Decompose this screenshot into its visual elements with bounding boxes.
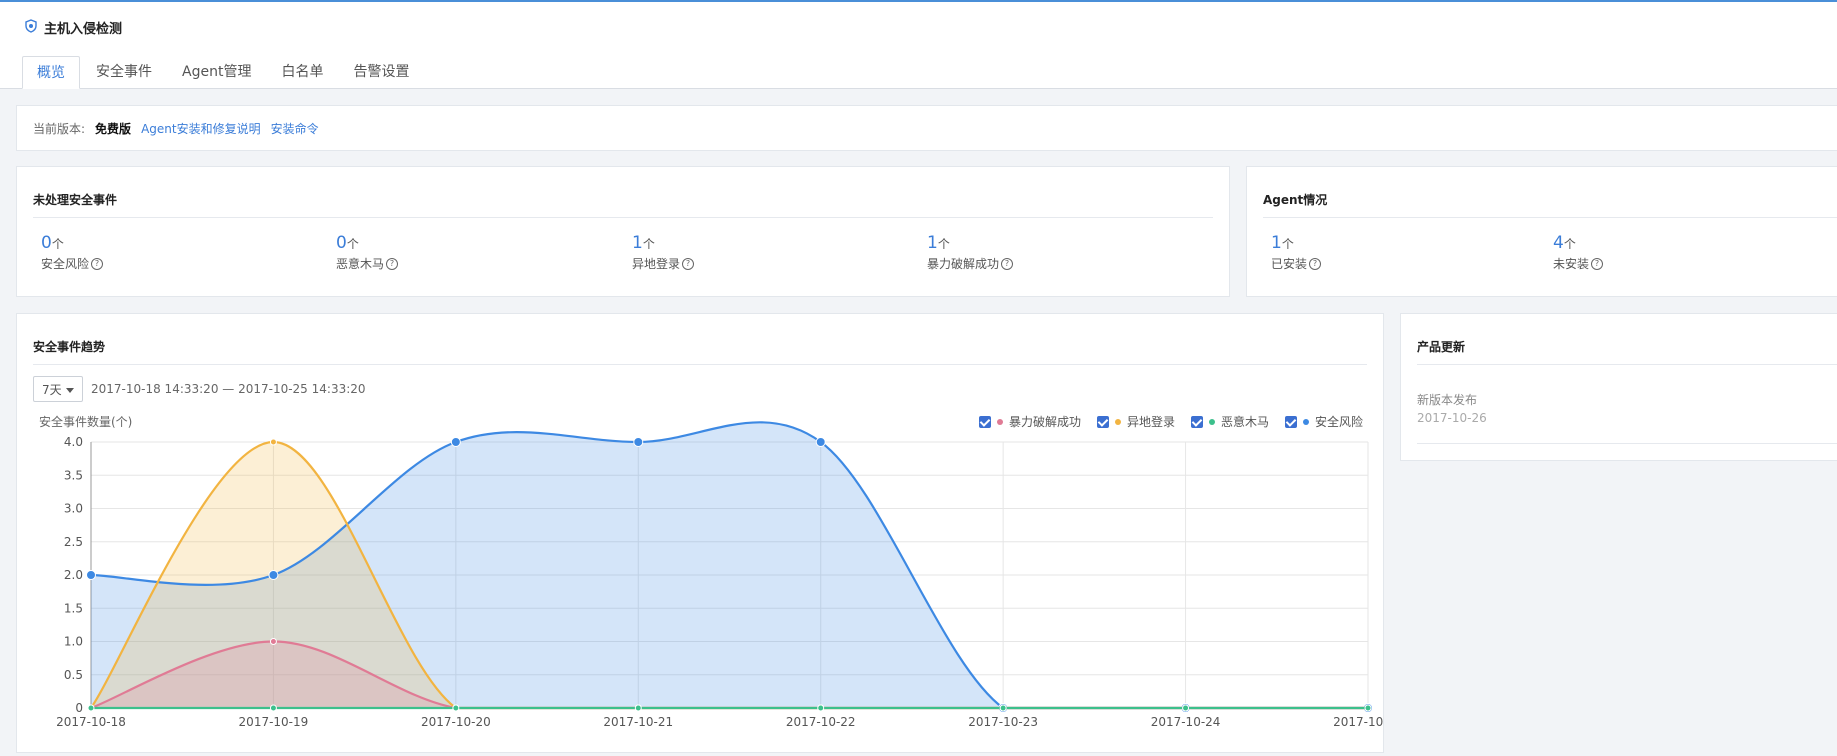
x-tick-label: 2017-10-18 <box>56 715 126 729</box>
y-tick-label: 0 <box>75 701 83 715</box>
product-update-card: 产品更新 新版本发布 2017-10-26 <box>1400 313 1837 461</box>
help-icon[interactable]: ? <box>1001 257 1014 270</box>
y-tick-label: 1.0 <box>64 635 83 649</box>
agent-status-card: Agent情况 1个 已安装? 4个 未安装? <box>1246 166 1837 297</box>
stat-value: 1 <box>632 233 643 253</box>
help-icon[interactable]: ? <box>1591 257 1604 270</box>
update-item-title[interactable]: 新版本发布 <box>1417 391 1477 408</box>
help-icon[interactable]: ? <box>91 257 104 270</box>
tab-agent-management[interactable]: Agent管理 <box>168 56 265 88</box>
unhandled-events-card: 未处理安全事件 0个 安全风险? 0个 恶意木马? 1个 异地登录? 1个 暴力… <box>16 166 1230 297</box>
tab-bar: 概览 安全事件 Agent管理 白名单 告警设置 <box>22 56 425 89</box>
x-tick-label: 2017-10-21 <box>603 715 673 729</box>
series-trojan-point <box>87 704 95 712</box>
install-command-link[interactable]: 安装命令 <box>271 120 319 137</box>
version-bar: 当前版本: 免费版 Agent安装和修复说明 安装命令 <box>16 105 1837 151</box>
series-trojan-point <box>1364 704 1372 712</box>
divider <box>33 217 1213 218</box>
divider <box>1263 217 1837 218</box>
card-title: 未处理安全事件 <box>33 193 118 207</box>
series-trojan-point <box>999 704 1007 712</box>
divider <box>1417 443 1837 444</box>
x-tick-label: 2017-10-24 <box>1151 715 1221 729</box>
series-security-risk-point <box>633 437 644 447</box>
stat-brute-force[interactable]: 1个 暴力破解成功? <box>927 233 1014 272</box>
agent-install-guide-link[interactable]: Agent安装和修复说明 <box>141 120 261 137</box>
series-trojan-point <box>634 704 642 712</box>
y-tick-label: 0.5 <box>64 668 83 682</box>
app-title: 主机入侵检测 <box>44 22 123 37</box>
help-icon[interactable]: ? <box>682 257 695 270</box>
stat-remote-login[interactable]: 1个 异地登录? <box>632 233 695 272</box>
x-tick-label: 2017-10-22 <box>786 715 856 729</box>
y-tick-label: 2.5 <box>64 535 83 549</box>
y-tick-label: 3.0 <box>64 502 83 516</box>
x-tick-label: 2017-10-20 <box>421 715 491 729</box>
y-tick-label: 4.0 <box>64 435 83 449</box>
stat-not-installed[interactable]: 4个 未安装? <box>1553 233 1604 272</box>
page-title: 主机入侵检测 <box>24 18 122 37</box>
series-brute-force-point <box>269 638 277 645</box>
help-icon[interactable]: ? <box>1309 257 1322 270</box>
x-tick-label: 2017-10-19 <box>239 715 309 729</box>
divider <box>1417 364 1837 365</box>
series-security-risk-point <box>450 437 461 447</box>
tab-overview[interactable]: 概览 <box>22 56 80 89</box>
tab-alert-settings[interactable]: 告警设置 <box>339 56 423 88</box>
x-tick-label: 2017-10-25 <box>1333 715 1383 729</box>
stat-value: 0 <box>41 233 52 253</box>
y-tick-label: 3.5 <box>64 468 83 482</box>
series-trojan-point <box>269 704 277 712</box>
series-trojan-point <box>817 704 825 712</box>
stat-trojan[interactable]: 0个 恶意木马? <box>336 233 399 272</box>
series-remote-login-point <box>269 438 277 446</box>
series-security-risk-point <box>86 570 96 580</box>
event-trend-chart: 0 0.5 1.0 1.5 2.0 2.5 3.0 3.5 4.0 2017-10-18 2017-… <box>56 421 1383 729</box>
y-tick-label: 2.0 <box>64 568 83 582</box>
shield-icon <box>24 18 38 37</box>
series-security-risk-point <box>815 437 826 447</box>
x-tick-label: 2017-10-23 <box>968 715 1038 729</box>
stat-value: 4 <box>1553 233 1564 253</box>
stat-value: 1 <box>927 233 938 253</box>
stat-value: 0 <box>336 233 347 253</box>
version-value: 免费版 <box>95 121 132 136</box>
series-trojan-point <box>452 704 460 712</box>
help-icon[interactable]: ? <box>386 257 399 270</box>
tab-security-events[interactable]: 安全事件 <box>82 56 166 88</box>
stat-installed[interactable]: 1个 已安装? <box>1271 233 1322 272</box>
tab-whitelist[interactable]: 白名单 <box>267 56 337 88</box>
event-trend-card: 安全事件趋势 7天 2017-10-18 14:33:20 — 2017-10-… <box>16 313 1384 753</box>
version-label: 当前版本: <box>33 121 86 136</box>
page-header: 主机入侵检测 概览 安全事件 Agent管理 白名单 告警设置 <box>0 2 1837 89</box>
y-tick-label: 1.5 <box>64 601 83 615</box>
series-security-risk-point <box>268 570 279 580</box>
series-trojan-point <box>1182 704 1190 712</box>
stat-value: 1 <box>1271 233 1282 253</box>
card-title: 产品更新 <box>1417 340 1466 354</box>
update-item-date: 2017-10-26 <box>1417 411 1487 425</box>
card-title: Agent情况 <box>1263 193 1328 207</box>
stat-security-risk[interactable]: 0个 安全风险? <box>41 233 104 272</box>
